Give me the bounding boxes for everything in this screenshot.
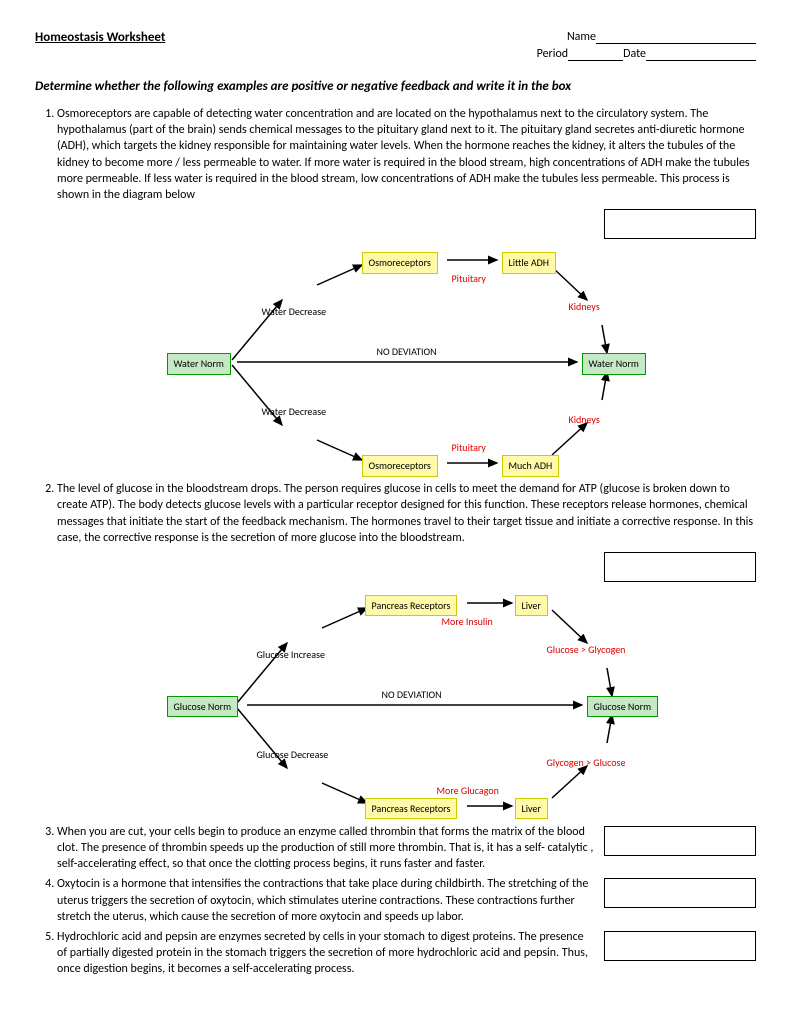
box-liver-bot: Liver	[515, 798, 548, 820]
label-water-decrease-top: Water Decrease	[262, 305, 327, 319]
box-water-norm-right: Water Norm	[582, 353, 646, 375]
box-pancreas-bot: Pancreas Receptors	[365, 798, 458, 820]
label-pituitary-top: Pituitary	[452, 272, 486, 286]
box-much-adh: Much ADH	[502, 455, 560, 477]
question-3: When you are cut, your cells begin to pr…	[57, 824, 756, 873]
questions-list: Osmoreceptors are capable of detecting w…	[35, 106, 756, 978]
period-date-field: PeriodDate	[537, 47, 756, 61]
label-glucose-glycogen: Glucose > Glycogen	[547, 643, 626, 657]
header-row-2: PeriodDate	[35, 47, 756, 61]
q4-text: Oxytocin is a hormone that intensifies t…	[57, 876, 594, 925]
label-kidneys-bot: Kidneys	[569, 413, 600, 427]
q2-text: The level of glucose in the bloodstream …	[57, 482, 753, 545]
box-osmoreceptors-bot: Osmoreceptors	[362, 455, 438, 477]
box-osmoreceptors-top: Osmoreceptors	[362, 252, 438, 274]
answer-box-3[interactable]	[604, 826, 756, 856]
question-1: Osmoreceptors are capable of detecting w…	[57, 106, 756, 475]
label-no-deviation-2: NO DEVIATION	[382, 688, 442, 702]
box-pancreas-top: Pancreas Receptors	[365, 595, 458, 617]
question-2: The level of glucose in the bloodstream …	[57, 481, 756, 818]
label-more-insulin: More Insulin	[442, 615, 493, 629]
instructions: Determine whether the following examples…	[35, 79, 756, 94]
answer-box-5[interactable]	[604, 931, 756, 961]
label-glycogen-glucose: Glycogen > Glucose	[547, 756, 626, 770]
box-glucose-norm-right: Glucose Norm	[587, 696, 659, 718]
period-blank[interactable]	[568, 60, 623, 61]
box-glucose-norm-left: Glucose Norm	[167, 696, 239, 718]
answer-box-1[interactable]	[604, 209, 756, 239]
label-glucose-increase: Glucose Increase	[257, 648, 325, 662]
diagram-2: Glucose Norm Glucose Norm Pancreas Recep…	[147, 588, 667, 818]
box-liver-top: Liver	[515, 595, 548, 617]
box-little-adh: Little ADH	[502, 252, 557, 274]
name-field: Name	[567, 30, 756, 45]
label-more-glucagon: More Glucagon	[437, 784, 499, 798]
name-blank[interactable]	[596, 43, 756, 44]
q5-text: Hydrochloric acid and pepsin are enzymes…	[57, 929, 594, 978]
worksheet-title: Homeostasis Worksheet	[35, 30, 165, 45]
question-4: Oxytocin is a hormone that intensifies t…	[57, 876, 756, 925]
question-5: Hydrochloric acid and pepsin are enzymes…	[57, 929, 756, 978]
answer-box-4[interactable]	[604, 878, 756, 908]
answer-box-2[interactable]	[604, 552, 756, 582]
header: Homeostasis Worksheet Name	[35, 30, 756, 45]
q3-text: When you are cut, your cells begin to pr…	[57, 824, 594, 873]
label-kidneys-top: Kidneys	[569, 300, 600, 314]
label-glucose-decrease: Glucose Decrease	[257, 748, 329, 762]
label-pituitary-bot: Pituitary	[452, 441, 486, 455]
q1-text: Osmoreceptors are capable of detecting w…	[57, 107, 750, 202]
label-no-deviation-1: NO DEVIATION	[377, 345, 437, 359]
date-blank[interactable]	[646, 60, 756, 61]
box-water-norm-left: Water Norm	[167, 353, 231, 375]
diagram-1: Water Norm Water Norm Osmoreceptors Osmo…	[147, 245, 667, 475]
label-water-decrease-bot: Water Decrease	[262, 405, 327, 419]
